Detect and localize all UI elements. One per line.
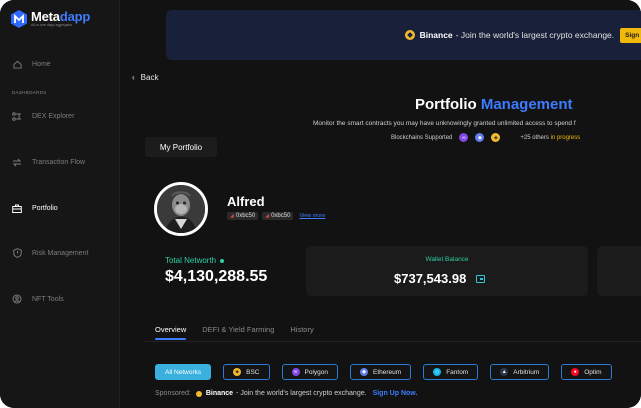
dex-icon bbox=[12, 111, 22, 121]
sidebar-item-portfolio[interactable]: Portfolio bbox=[12, 203, 58, 213]
promo-banner[interactable]: Binance - Join the world's largest crypt… bbox=[166, 10, 641, 60]
supported-chains: Blockchains Supported ∞ ◆ ◈ +25 others i… bbox=[391, 133, 580, 142]
optimism-icon: ● bbox=[571, 368, 580, 376]
status-dot-icon bbox=[220, 258, 225, 263]
polygon-icon: ∞ bbox=[291, 368, 300, 376]
sidebar-item-nft-tools[interactable]: NFT Tools bbox=[12, 294, 64, 304]
bsc-icon: ◈ bbox=[491, 133, 501, 142]
sponsored-line: Sponsored: Binance - Join the world's la… bbox=[155, 390, 417, 397]
main-content: Binance - Join the world's largest crypt… bbox=[120, 0, 641, 408]
sidebar: Metadapp All-in-one dapp aggregator Home… bbox=[0, 0, 120, 408]
briefcase-icon bbox=[12, 203, 22, 213]
network-fantom-button[interactable]: ◇ Fantom bbox=[423, 364, 479, 380]
tab-overview[interactable]: Overview bbox=[155, 325, 187, 340]
ethereum-icon: ◆ bbox=[360, 368, 368, 376]
chains-label: Blockchains Supported bbox=[391, 134, 453, 141]
banner-signup-button[interactable]: Sign up bbox=[620, 27, 641, 43]
bsc-icon: ◈ bbox=[233, 368, 242, 376]
sidebar-item-label: Portfolio bbox=[32, 204, 58, 212]
back-label: Back bbox=[140, 73, 159, 82]
fantom-icon: ◇ bbox=[433, 368, 442, 376]
shield-icon bbox=[12, 248, 22, 258]
network-filter: All Networks ◈ BSC ∞ Polygon ◆ Ethereum ◇ Fa… bbox=[155, 364, 624, 380]
wallet-address-chip[interactable]: ◢ 0xbc50 bbox=[227, 212, 259, 220]
sidebar-item-risk-management[interactable]: Risk Management bbox=[12, 248, 88, 258]
sidebar-section-label: DASHBOARDS bbox=[12, 90, 47, 95]
logo[interactable]: Metadapp All-in-one dapp aggregator bbox=[10, 9, 90, 29]
sidebar-item-label: DEX Explorer bbox=[32, 112, 75, 120]
portfolio-tabs: Overview DEFI & Yield Farming History bbox=[155, 325, 330, 340]
banner-brand: Binance bbox=[419, 30, 453, 40]
network-all-button[interactable]: All Networks bbox=[155, 364, 212, 380]
tab-divider bbox=[145, 341, 641, 342]
wallet-balance-value: $737,543.98 bbox=[394, 271, 486, 286]
metadapp-logo-icon bbox=[11, 10, 27, 28]
networth-label: Total Networth bbox=[165, 256, 225, 265]
sidebar-item-dex-explorer[interactable]: DEX Explorer bbox=[12, 111, 74, 121]
view-more-link[interactable]: View more bbox=[299, 213, 325, 219]
stat-card bbox=[597, 246, 641, 296]
back-button[interactable]: ‹ Back bbox=[132, 73, 158, 82]
page-subtitle: Monitor the smart contracts you may have… bbox=[313, 120, 576, 127]
network-bsc-button[interactable]: ◈ BSC bbox=[223, 364, 270, 380]
profile-name: Alfred bbox=[227, 194, 265, 209]
network-arbitrum-button[interactable]: ▲ Arbitrium bbox=[490, 364, 550, 380]
home-icon bbox=[12, 59, 22, 69]
wallet-balance-card: Wallet Balance $737,543.98 bbox=[306, 246, 588, 296]
brand-tagline: All-in-one dapp aggregator bbox=[31, 23, 73, 28]
binance-coin-icon bbox=[195, 390, 202, 397]
ape-avatar-image bbox=[157, 185, 205, 233]
sponsored-text: - Join the world's largest crypto exchan… bbox=[236, 390, 367, 397]
sidebar-item-label: Home bbox=[32, 60, 51, 68]
nft-icon bbox=[12, 294, 22, 304]
sidebar-item-transaction-flow[interactable]: Transaction Flow bbox=[12, 157, 85, 167]
page-title: Portfolio Management bbox=[415, 96, 573, 113]
wallet-address-chip[interactable]: ◢ 0xbc50 bbox=[262, 212, 294, 220]
my-portfolio-label: My Portfolio bbox=[145, 137, 217, 157]
transfer-icon bbox=[12, 157, 22, 167]
ethereum-icon: ◆ bbox=[475, 133, 485, 142]
sidebar-item-label: NFT Tools bbox=[32, 295, 64, 303]
brand-name: Metadapp bbox=[31, 9, 91, 25]
sidebar-item-home[interactable]: Home bbox=[12, 59, 51, 69]
network-icon: ◢ bbox=[230, 213, 234, 219]
chains-others: +25 others in progress bbox=[520, 134, 581, 141]
network-polygon-button[interactable]: ∞ Polygon bbox=[281, 364, 338, 380]
sponsored-brand: Binance bbox=[205, 390, 234, 397]
network-icon: ◢ bbox=[265, 213, 270, 219]
network-ethereum-button[interactable]: ◆ Ethereum bbox=[350, 364, 412, 380]
chevron-left-icon: ‹ bbox=[132, 73, 135, 82]
sponsored-signup-link[interactable]: Sign Up Now. bbox=[373, 390, 418, 397]
tab-history[interactable]: History bbox=[290, 325, 313, 340]
sponsored-label: Sponsored: bbox=[155, 390, 191, 397]
binance-coin-icon bbox=[404, 30, 415, 40]
app-window: Metadapp All-in-one dapp aggregator Home… bbox=[0, 0, 641, 408]
wallet-icon[interactable] bbox=[476, 274, 486, 283]
tab-defi-yield-farming[interactable]: DEFI & Yield Farming bbox=[202, 325, 274, 340]
banner-text: - Join the world's largest crypto exchan… bbox=[455, 30, 615, 40]
arbitrum-icon: ▲ bbox=[500, 368, 509, 376]
networth-value: $4,130,288.55 bbox=[165, 268, 268, 285]
network-optimism-button[interactable]: ● Optim bbox=[561, 364, 612, 380]
wallet-addresses: ◢ 0xbc50 ◢ 0xbc50 View more bbox=[227, 212, 325, 220]
sidebar-item-label: Risk Management bbox=[32, 249, 89, 257]
polygon-icon: ∞ bbox=[459, 133, 469, 142]
wallet-balance-label: Wallet Balance bbox=[425, 256, 469, 263]
sidebar-item-label: Transaction Flow bbox=[32, 158, 86, 166]
avatar[interactable] bbox=[154, 182, 208, 236]
